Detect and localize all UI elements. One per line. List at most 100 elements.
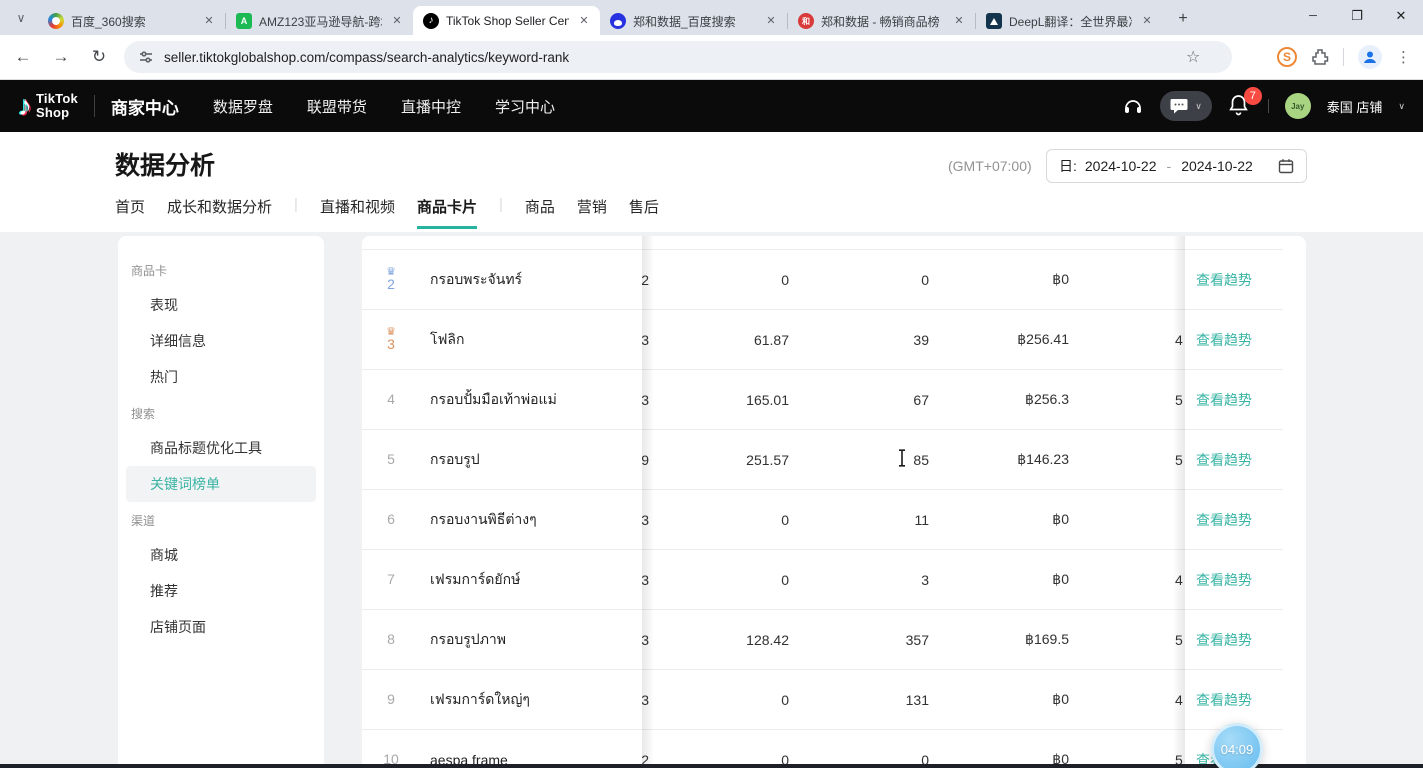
- bookmark-star-icon[interactable]: ☆: [1186, 47, 1200, 67]
- metric-col-2: 0: [792, 730, 929, 768]
- headset-icon[interactable]: [1122, 95, 1144, 117]
- sidebar-item[interactable]: 详细信息: [118, 323, 324, 359]
- forward-icon[interactable]: →: [46, 42, 76, 72]
- keyword-cell: โฟลิก: [430, 310, 635, 369]
- notification-badge: 7: [1244, 87, 1262, 105]
- view-trend-link[interactable]: 查看趋势: [1196, 450, 1252, 470]
- tab-close-icon[interactable]: ✕: [951, 13, 967, 29]
- metric-col-gmv: ฿0: [932, 670, 1069, 729]
- header-divider-2: [1268, 99, 1269, 113]
- sidebar-item[interactable]: 关键词榜单: [126, 466, 316, 502]
- view-trend-link[interactable]: 查看趋势: [1196, 510, 1252, 530]
- view-trend-link[interactable]: 查看趋势: [1196, 570, 1252, 590]
- maximize-icon[interactable]: ❐: [1335, 0, 1379, 32]
- site-info-icon[interactable]: [138, 49, 154, 65]
- rank-cell: 4: [362, 370, 420, 429]
- tab-close-icon[interactable]: ✕: [389, 13, 405, 29]
- sidebar-item[interactable]: 商品标题优化工具: [118, 430, 324, 466]
- profile-icon[interactable]: [1358, 45, 1382, 69]
- sidebar-item[interactable]: 推荐: [118, 573, 324, 609]
- tab-close-icon[interactable]: ✕: [763, 13, 779, 29]
- tab-close-icon[interactable]: ✕: [1139, 13, 1155, 29]
- table-row-rank-10: 10aespa frame200฿05查看趋势: [362, 730, 1283, 768]
- view-trend-link[interactable]: 查看趋势: [1196, 630, 1252, 650]
- rank-number: 8: [387, 632, 395, 647]
- metric-col-1: 0: [652, 490, 789, 549]
- view-trend-link[interactable]: 查看趋势: [1196, 330, 1252, 350]
- tab-6[interactable]: 营销: [577, 196, 607, 229]
- store-avatar[interactable]: Jay: [1285, 93, 1311, 119]
- calendar-icon[interactable]: [1278, 158, 1294, 174]
- nav-item-3[interactable]: 联盟带货: [307, 96, 367, 117]
- new-tab-icon[interactable]: +: [1169, 5, 1197, 33]
- store-name[interactable]: 泰国 店铺: [1327, 97, 1383, 116]
- metric-col-2: 131: [792, 670, 929, 729]
- tab-close-icon[interactable]: ✕: [576, 13, 592, 29]
- view-trend-link[interactable]: 查看趋势: [1196, 390, 1252, 410]
- nav-item-5[interactable]: 学习中心: [495, 96, 555, 117]
- sidebar-item[interactable]: 店铺页面: [118, 609, 324, 645]
- date-range-picker[interactable]: 日: 2024-10-22 - 2024-10-22: [1046, 149, 1307, 183]
- menu-kebab-icon[interactable]: ⋮: [1396, 48, 1411, 66]
- sidebar-group-label: 商品卡: [118, 262, 324, 279]
- metric-col-gmv: ฿146.23: [932, 430, 1069, 489]
- keyword-cell: กรอบงานพิธีต่างๆ: [430, 490, 635, 549]
- metric-col-2: 3: [792, 550, 929, 609]
- nav-item-1[interactable]: 商家中心: [111, 94, 179, 119]
- view-trend-link[interactable]: 查看趋势: [1196, 690, 1252, 710]
- sidebar-item[interactable]: 表现: [118, 287, 324, 323]
- metric-col-gmv: ฿0: [932, 730, 1069, 768]
- browser-tab-4[interactable]: 郑和数据_百度搜索 ✕: [600, 7, 787, 35]
- tab-title: 郑和数据_百度搜索: [633, 13, 756, 30]
- keyword-cell: เฟรมการ์ดใหญ่ๆ: [430, 670, 635, 729]
- sidebar-item[interactable]: 热门: [118, 359, 324, 395]
- address-bar[interactable]: seller.tiktokglobalshop.com/compass/sear…: [124, 41, 1232, 73]
- recording-timer-bubble[interactable]: 04:09: [1211, 723, 1263, 768]
- rank-number: 3: [387, 337, 395, 352]
- rank-cell: 8: [362, 610, 420, 669]
- url-text[interactable]: seller.tiktokglobalshop.com/compass/sear…: [164, 50, 569, 65]
- rank-cell: 6: [362, 490, 420, 549]
- messages-button[interactable]: ∨: [1160, 91, 1212, 121]
- nav-item-2[interactable]: 数据罗盘: [213, 96, 273, 117]
- date-start[interactable]: 2024-10-22: [1085, 158, 1157, 174]
- header-right: ∨ 7 Jay 泰国 店铺 ∨: [1122, 91, 1405, 121]
- clipped-column-left: 3: [642, 670, 649, 729]
- browser-tab-5[interactable]: 和郑和数据 - 畅销商品榜✕: [788, 7, 975, 35]
- tab-2[interactable]: 成长和数据分析: [167, 196, 272, 229]
- extension-s-icon[interactable]: S: [1277, 47, 1297, 67]
- extensions-puzzle-icon[interactable]: [1311, 48, 1329, 66]
- reload-icon[interactable]: ↻: [84, 42, 114, 72]
- back-icon[interactable]: ←: [8, 42, 38, 72]
- browser-tab-1[interactable]: 百度_360搜索✕: [38, 7, 225, 35]
- browser-tab-6[interactable]: DeepL翻译：全世界最准✕: [976, 7, 1163, 35]
- window-controls: ─ ❐ ✕: [1291, 0, 1423, 32]
- tab-4[interactable]: 商品卡片: [417, 196, 477, 229]
- clipped-column-left: 3: [642, 370, 649, 429]
- sidebar-item[interactable]: 商城: [118, 537, 324, 573]
- tab-7[interactable]: 售后: [629, 196, 659, 229]
- minimize-icon[interactable]: ─: [1291, 0, 1335, 32]
- tab-title: AMZ123亚马逊导航-跨境: [259, 13, 382, 30]
- table-row-rank-4: 4กรอบปั้มมือเท้าพ่อแม่3165.0167฿256.35查看…: [362, 370, 1283, 430]
- metric-col-2: 67: [792, 370, 929, 429]
- notifications-button[interactable]: 7: [1228, 94, 1252, 118]
- screen: ∨ 百度_360搜索✕AAMZ123亚马逊导航-跨境✕♪TikTok Shop …: [0, 0, 1423, 768]
- tab-5[interactable]: 商品: [525, 196, 555, 229]
- browser-tab-2[interactable]: AAMZ123亚马逊导航-跨境✕: [226, 7, 413, 35]
- tab-close-icon[interactable]: ✕: [201, 13, 217, 29]
- nav-item-4[interactable]: 直播中控: [401, 96, 461, 117]
- browser-tab-3[interactable]: ♪TikTok Shop Seller Cente✕: [413, 6, 600, 35]
- tab-1[interactable]: 首页: [115, 196, 145, 229]
- tab-title: 郑和数据 - 畅销商品榜: [821, 13, 944, 30]
- table-row-rank-7: 7เฟรมการ์ดยักษ์303฿04查看趋势: [362, 550, 1283, 610]
- view-trend-link[interactable]: 查看趋势: [1196, 270, 1252, 290]
- store-chevron-icon[interactable]: ∨: [1398, 101, 1405, 112]
- date-end[interactable]: 2024-10-22: [1181, 158, 1253, 174]
- sidebar-group-label: 渠道: [118, 512, 324, 529]
- tab-3[interactable]: 直播和视频: [320, 196, 395, 229]
- tab-search-chevron-icon[interactable]: ∨: [6, 4, 36, 32]
- tiktok-shop-logo[interactable]: ♪ TikTok Shop: [18, 92, 78, 120]
- browser-toolbar: ← → ↻ seller.tiktokglobalshop.com/compas…: [0, 35, 1423, 80]
- close-window-icon[interactable]: ✕: [1379, 0, 1423, 32]
